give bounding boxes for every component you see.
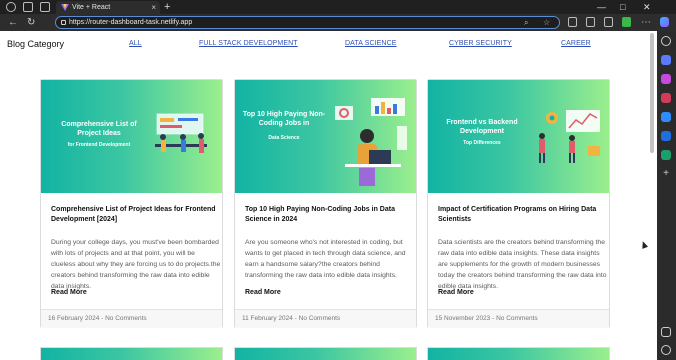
blog-banner-image[interactable]: Top 10 High Paying Non-Coding Jobs in Da…: [235, 80, 416, 193]
favorites-icon[interactable]: [586, 17, 595, 27]
post-date: 16 February 2024: [48, 315, 100, 322]
minimize-button[interactable]: —: [597, 0, 606, 14]
tab-strip: Vite + React × + — □ ✕: [0, 0, 676, 14]
blog-card[interactable]: Top 10 High Paying Non-Coding Jobs in Da…: [234, 79, 417, 328]
post-excerpt: During your college days, you must've be…: [51, 239, 221, 290]
category-link-all[interactable]: ALL: [129, 40, 142, 47]
post-date: 11 February 2024: [242, 315, 293, 322]
close-tab-icon[interactable]: ×: [151, 1, 156, 14]
lock-icon: [61, 20, 66, 25]
post-meta: 15 November 2023 - No Comments: [428, 309, 609, 328]
post-comments[interactable]: No Comments: [299, 315, 341, 322]
post-meta: 16 February 2024 - No Comments: [41, 309, 222, 328]
add-sidebar-app-icon[interactable]: +: [661, 169, 671, 179]
category-heading: Blog Category: [7, 39, 65, 49]
browser-tab[interactable]: Vite + React ×: [56, 1, 160, 14]
read-more-link[interactable]: Read More: [245, 289, 281, 296]
blog-banner-image[interactable]: Frontend vs Backend Development Top Diff…: [428, 80, 609, 193]
new-tab-button[interactable]: +: [164, 0, 170, 14]
close-window-button[interactable]: ✕: [643, 0, 651, 14]
blog-card[interactable]: Frontend vs Backend Development Top Diff…: [427, 79, 610, 328]
blog-card[interactable]: Comprehensive List of Project Ideas for …: [40, 79, 223, 328]
outlook-icon[interactable]: [661, 131, 671, 141]
drop-icon[interactable]: [661, 150, 671, 160]
post-title[interactable]: Top 10 High Paying Non-Coding Jobs in Da…: [245, 205, 413, 225]
banner-title: Comprehensive List of Project Ideas: [61, 121, 137, 137]
office-icon[interactable]: [661, 112, 671, 122]
zoom-icon[interactable]: ⌕: [524, 17, 528, 28]
address-bar[interactable]: https://router-dashboard-task.netlify.ap…: [55, 16, 560, 29]
maximize-button[interactable]: □: [620, 0, 625, 14]
mouse-cursor-icon: [639, 240, 649, 249]
split-screen-icon[interactable]: [568, 17, 577, 27]
post-comments[interactable]: No Comments: [105, 315, 147, 322]
blog-card-next-row[interactable]: [427, 347, 610, 360]
settings-gear-icon[interactable]: [661, 345, 671, 355]
browser-toolbar: ← ↻ https://router-dashboard-task.netlif…: [0, 14, 676, 31]
sidebar-toggle-icon[interactable]: [661, 327, 671, 337]
post-date: 15 November 2023: [435, 315, 491, 322]
favorite-star-icon[interactable]: ☆: [543, 17, 550, 28]
workspaces-icon[interactable]: [23, 2, 33, 12]
category-link-full-stack[interactable]: FULL STACK DEVELOPMENT: [199, 40, 298, 47]
shopping-icon[interactable]: [661, 55, 671, 65]
category-link-career[interactable]: CAREER: [561, 40, 591, 47]
analyst-illustration-icon: [335, 98, 407, 186]
extension-icon[interactable]: [622, 17, 631, 27]
page-viewport: Blog Category ALL FULL STACK DEVELOPMENT…: [0, 31, 657, 360]
back-button[interactable]: ←: [8, 14, 18, 31]
blog-card-next-row[interactable]: [40, 347, 223, 360]
banner-subtitle: Top Differences: [463, 140, 501, 146]
vite-logo-icon: [61, 4, 69, 11]
banner-title: Top 10 High Paying Non-Coding Jobs in: [242, 111, 326, 127]
read-more-link[interactable]: Read More: [51, 289, 87, 296]
category-link-data-science[interactable]: DATA SCIENCE: [345, 40, 397, 47]
blog-banner-image[interactable]: Comprehensive List of Project Ideas for …: [41, 80, 222, 193]
page-scrollbar[interactable]: [650, 33, 654, 153]
refresh-button[interactable]: ↻: [27, 14, 35, 31]
edge-sidebar: +: [657, 31, 676, 360]
profile-icon[interactable]: [6, 2, 16, 12]
url-text: https://router-dashboard-task.netlify.ap…: [69, 19, 193, 26]
tab-title: Vite + React: [72, 4, 111, 11]
team-illustration-icon: [155, 113, 207, 153]
blog-card-next-row[interactable]: [234, 347, 417, 360]
category-bar: Blog Category ALL FULL STACK DEVELOPMENT…: [0, 31, 657, 57]
more-menu-button[interactable]: ⋯: [641, 14, 651, 31]
read-more-link[interactable]: Read More: [438, 289, 474, 296]
banner-subtitle: for Frontend Development: [67, 142, 131, 148]
category-link-cyber-security[interactable]: CYBER SECURITY: [449, 40, 512, 47]
post-title[interactable]: Comprehensive List of Project Ideas for …: [51, 205, 219, 225]
search-icon[interactable]: [661, 36, 671, 46]
collections-icon[interactable]: [604, 17, 613, 27]
tab-actions-icon[interactable]: [40, 2, 50, 12]
banner-title: Frontend vs Backend Development: [446, 119, 518, 135]
frontend-backend-illustration-icon: [539, 110, 600, 163]
post-title[interactable]: Impact of Certification Programs on Hiri…: [438, 205, 606, 225]
post-comments[interactable]: No Comments: [496, 315, 538, 322]
post-meta: 11 February 2024 - No Comments: [235, 309, 416, 328]
post-excerpt: Data scientists are the creators behind …: [438, 239, 607, 290]
tools-icon[interactable]: [661, 74, 671, 84]
banner-subtitle: Data Science: [268, 135, 300, 141]
copilot-icon[interactable]: [660, 17, 669, 27]
post-excerpt: Are you someone who's not interested in …: [245, 239, 406, 279]
games-icon[interactable]: [661, 93, 671, 103]
